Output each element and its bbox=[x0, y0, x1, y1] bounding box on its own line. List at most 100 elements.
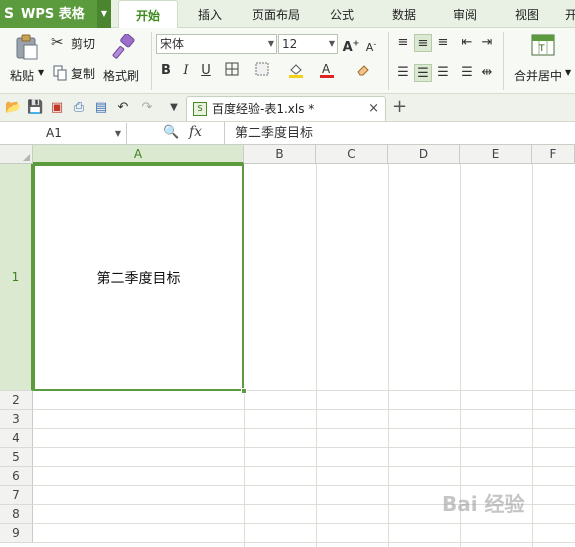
wps-logo-icon: S bbox=[4, 6, 15, 22]
font-color-button[interactable]: A bbox=[318, 62, 336, 80]
row-header-8[interactable]: 8 bbox=[0, 505, 33, 524]
decrease-indent-button[interactable]: ⇤ bbox=[458, 34, 476, 52]
font-name-value: 宋体 bbox=[160, 37, 185, 51]
tab-insert[interactable]: 插入 bbox=[186, 0, 234, 28]
brand-label: WPS 表格 bbox=[21, 7, 85, 22]
grid-line bbox=[33, 485, 575, 486]
grid-line bbox=[33, 447, 575, 448]
column-header-b[interactable]: B bbox=[244, 145, 316, 164]
select-all-corner[interactable] bbox=[0, 145, 33, 164]
name-box-dropdown-icon[interactable]: ▼ bbox=[115, 123, 121, 144]
justify-button[interactable]: ☰ bbox=[458, 64, 476, 82]
italic-button[interactable]: I bbox=[177, 62, 195, 80]
open-folder-icon[interactable]: 📂 bbox=[5, 100, 21, 116]
grid-line bbox=[316, 164, 317, 547]
app-menu-button[interactable]: S WPS 表格 bbox=[0, 0, 97, 28]
tab-page-layout[interactable]: 页面布局 bbox=[244, 0, 308, 28]
row-header-9[interactable]: 9 bbox=[0, 524, 33, 543]
row-header-7[interactable]: 7 bbox=[0, 486, 33, 505]
zoom-search-icon[interactable]: 🔍 bbox=[163, 125, 179, 140]
increase-font-size-button[interactable]: A+ bbox=[342, 35, 360, 55]
tab-review[interactable]: 审阅 bbox=[443, 0, 487, 28]
menu-bar: S WPS 表格 ▼ 开始 插入 页面布局 公式 数据 审阅 视图 开 bbox=[0, 0, 575, 29]
row-header-3[interactable]: 3 bbox=[0, 410, 33, 429]
tab-home[interactable]: 开始 bbox=[118, 0, 178, 29]
tab-view[interactable]: 视图 bbox=[505, 0, 549, 28]
paste-button[interactable]: 粘贴 ▼ bbox=[6, 32, 46, 88]
indent-icon: ⇥ bbox=[481, 35, 493, 50]
svg-text:T: T bbox=[538, 44, 545, 54]
decrease-font-size-button[interactable]: A- bbox=[362, 35, 380, 54]
align-bottom-button[interactable]: ≡ bbox=[434, 34, 452, 52]
align-top-button[interactable]: ≡ bbox=[394, 34, 412, 52]
column-header-d[interactable]: D bbox=[388, 145, 460, 164]
column-header-c[interactable]: C bbox=[316, 145, 388, 164]
close-tab-icon[interactable]: × bbox=[368, 97, 379, 121]
eraser-icon bbox=[357, 65, 369, 76]
bold-button[interactable]: B bbox=[157, 62, 175, 80]
tab-data[interactable]: 数据 bbox=[382, 0, 426, 28]
print-icon[interactable]: ⎙ bbox=[71, 100, 87, 116]
formula-input[interactable]: 第二季度目标 bbox=[224, 122, 575, 145]
name-box[interactable]: A1 ▼ bbox=[0, 123, 127, 144]
merge-dropdown-icon[interactable]: ▼ bbox=[565, 68, 571, 77]
paste-dropdown-icon[interactable]: ▼ bbox=[38, 68, 44, 77]
border-grid-icon bbox=[225, 62, 239, 76]
cell-a1[interactable]: 第二季度目标 bbox=[33, 164, 244, 391]
export-pdf-icon[interactable]: ▣ bbox=[49, 100, 65, 116]
row-header-1[interactable]: 1 bbox=[0, 164, 33, 391]
tab-formulas[interactable]: 公式 bbox=[320, 0, 364, 28]
fill-handle[interactable] bbox=[241, 388, 247, 394]
app-menu-dropdown-icon[interactable]: ▼ bbox=[97, 0, 111, 28]
customize-toolbar-icon[interactable]: ▼ bbox=[166, 100, 182, 116]
row-header-4[interactable]: 4 bbox=[0, 429, 33, 448]
align-center-button[interactable]: ☰ bbox=[414, 64, 432, 82]
undo-icon[interactable]: ↶ bbox=[115, 100, 131, 116]
italic-icon: I bbox=[183, 63, 189, 78]
column-header-f[interactable]: F bbox=[532, 145, 575, 164]
clear-format-button[interactable] bbox=[354, 62, 372, 80]
font-size-dropdown-icon: ▼ bbox=[328, 39, 335, 48]
increase-indent-button[interactable]: ⇥ bbox=[478, 34, 496, 52]
grid-line bbox=[33, 409, 575, 410]
underline-button[interactable]: U bbox=[197, 62, 215, 80]
tab-overflow[interactable]: 开 bbox=[561, 0, 575, 28]
copy-button[interactable]: 复制 bbox=[51, 64, 101, 82]
font-name-select[interactable]: 宋体 ▼ bbox=[156, 34, 277, 54]
row-header-2[interactable]: 2 bbox=[0, 391, 33, 410]
print-preview-icon[interactable]: ▤ bbox=[93, 100, 109, 116]
formula-bar: A1 ▼ 🔍 fx 第二季度目标 bbox=[0, 122, 575, 145]
font-name-dropdown-icon: ▼ bbox=[267, 39, 274, 48]
merge-center-button[interactable]: T 合并居中 ▼ bbox=[510, 32, 575, 88]
distributed-align-button[interactable]: ⇹ bbox=[478, 64, 496, 82]
align-top-icon: ≡ bbox=[397, 35, 409, 50]
ribbon-home: 粘贴 ▼ ✂ 剪切 复制 格式刷 宋体 ▼ 12 ▼ A+ A- B I U A… bbox=[0, 28, 575, 94]
column-header-e[interactable]: E bbox=[460, 145, 532, 164]
format-painter-button[interactable]: 格式刷 bbox=[101, 32, 145, 88]
new-tab-icon[interactable]: + bbox=[392, 98, 407, 116]
align-left-button[interactable]: ☰ bbox=[394, 64, 412, 82]
column-header-a[interactable]: A bbox=[33, 145, 244, 164]
copy-label: 复制 bbox=[71, 67, 96, 81]
cell-style-button[interactable] bbox=[253, 62, 271, 80]
decrease-font-icon: A- bbox=[365, 39, 377, 54]
font-size-select[interactable]: 12 ▼ bbox=[278, 34, 338, 54]
cut-button[interactable]: ✂ 剪切 bbox=[51, 33, 101, 52]
baidu-watermark: Bai 经验 bbox=[442, 492, 525, 516]
row-header-6[interactable]: 6 bbox=[0, 467, 33, 486]
fill-color-button[interactable] bbox=[287, 62, 305, 80]
align-middle-button[interactable]: ≡ bbox=[414, 34, 432, 52]
borders-button[interactable] bbox=[223, 62, 241, 80]
ribbon-separator bbox=[503, 32, 504, 90]
wps-spreadsheet-window: S WPS 表格 ▼ 开始 插入 页面布局 公式 数据 审阅 视图 开 粘贴 ▼ … bbox=[0, 0, 575, 547]
clipboard-icon bbox=[16, 34, 38, 60]
scissors-icon: ✂ bbox=[51, 33, 64, 51]
save-icon[interactable]: 💾 bbox=[27, 100, 43, 116]
align-right-button[interactable]: ☰ bbox=[434, 64, 452, 82]
align-center-icon: ☰ bbox=[417, 66, 429, 81]
redo-icon[interactable]: ↷ bbox=[139, 100, 155, 116]
insert-function-icon[interactable]: fx bbox=[189, 124, 202, 140]
row-header-5[interactable]: 5 bbox=[0, 448, 33, 467]
bold-icon: B bbox=[161, 63, 171, 78]
document-tab[interactable]: S 百度经验-表1.xls * × bbox=[186, 96, 386, 121]
